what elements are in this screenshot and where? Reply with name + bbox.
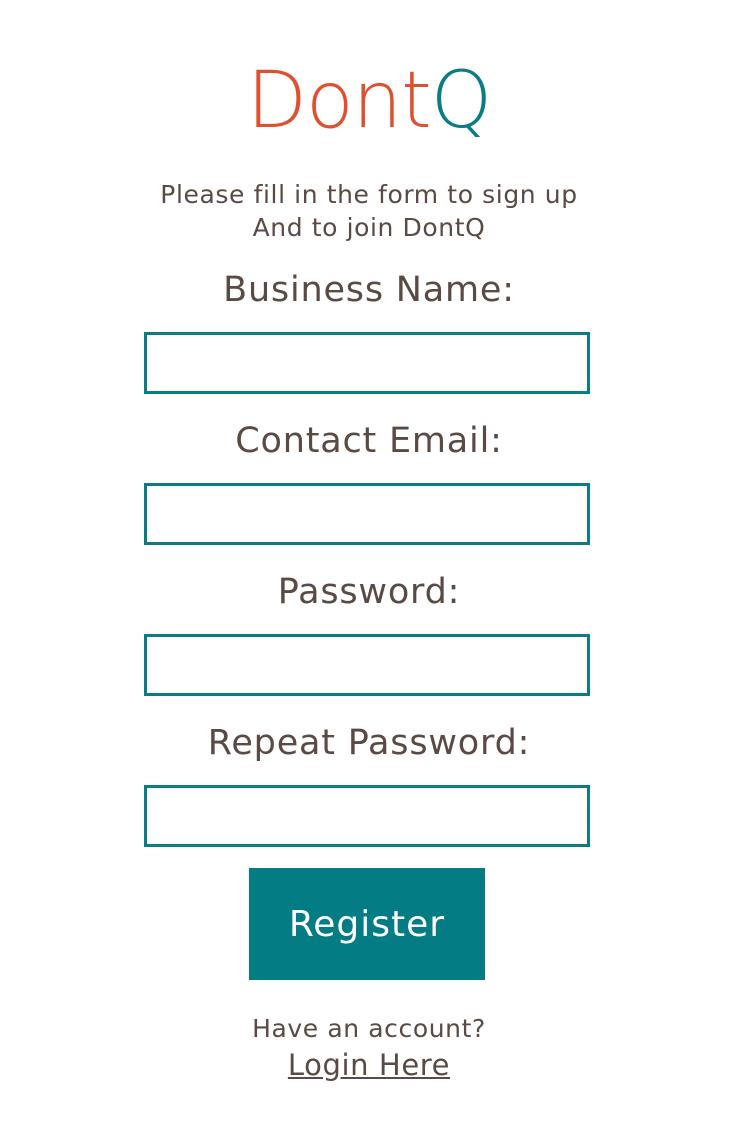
business-name-label: Business Name: [223,270,515,310]
logo-dont-text: Dont [246,56,432,146]
business-name-input[interactable] [144,332,590,394]
login-link-container: Login Here [0,1046,738,1084]
repeat-password-label: Repeat Password: [207,723,531,763]
register-button[interactable]: Register [249,868,485,980]
signup-page: DontQ Please fill in the form to sign up… [0,0,738,1124]
logo-q-text: Q [430,56,492,146]
dontq-logo: DontQ [0,56,738,146]
password-input[interactable] [144,634,590,696]
login-here-link[interactable]: Login Here [288,1048,450,1082]
intro-line-2: And to join DontQ [252,213,486,242]
password-label: Password: [277,572,461,612]
repeat-password-input[interactable] [144,785,590,847]
intro-line-1: Please fill in the form to sign up [160,180,578,209]
have-account-text: Have an account? [252,1014,486,1043]
intro-text: Please fill in the form to sign up And t… [0,178,738,244]
contact-email-label: Contact Email: [235,421,503,461]
contact-email-input[interactable] [144,483,590,545]
